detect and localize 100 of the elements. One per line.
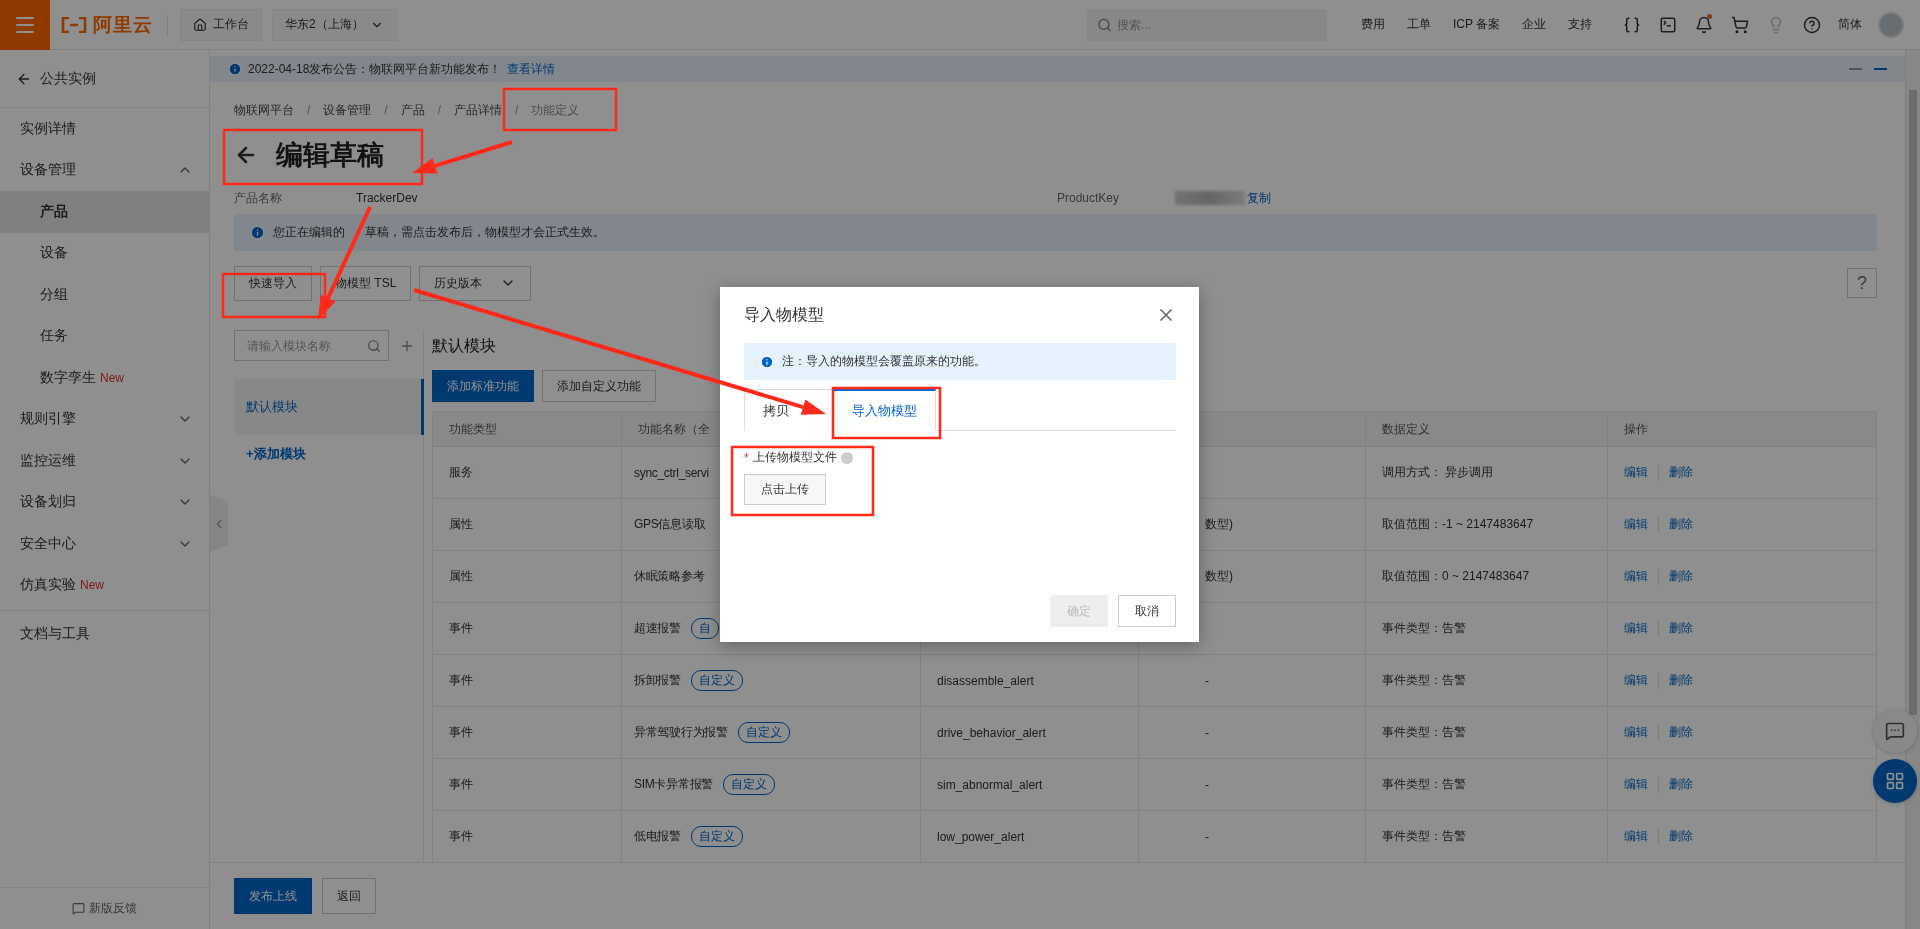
table-cell: 取值范围：0 ~ 2147483647 bbox=[1366, 550, 1608, 602]
action-link[interactable]: 删除 bbox=[1669, 464, 1693, 481]
nav-item[interactable]: 数字孪生 New bbox=[0, 357, 209, 399]
action-link[interactable]: 编辑 bbox=[1624, 776, 1648, 793]
toolbar-button[interactable]: 快速导入 bbox=[234, 265, 312, 301]
breadcrumb-separator: / bbox=[515, 103, 519, 117]
action-link[interactable]: 删除 bbox=[1669, 568, 1693, 585]
breadcrumb-link[interactable]: 物联网平台 bbox=[234, 101, 294, 119]
field-value: TrackerDev bbox=[356, 191, 419, 205]
add-module-link[interactable]: +添加模块 bbox=[246, 445, 423, 463]
add-feature-button[interactable]: 添加标准功能 bbox=[432, 370, 534, 402]
history-dropdown[interactable]: 历史版本 bbox=[419, 265, 532, 301]
breadcrumb-link[interactable]: 设备管理 bbox=[323, 101, 372, 119]
collapse-handle[interactable] bbox=[210, 495, 228, 552]
apps-icon bbox=[1885, 771, 1905, 791]
apps-button[interactable] bbox=[1873, 759, 1917, 803]
table-cell: 调用方式： 异步调用 bbox=[1366, 446, 1608, 498]
search-icon bbox=[1096, 17, 1112, 32]
help-button[interactable]: ? bbox=[1847, 268, 1877, 298]
action-link[interactable]: 编辑 bbox=[1624, 516, 1648, 533]
action-link[interactable]: 删除 bbox=[1669, 828, 1693, 845]
menu-button[interactable] bbox=[0, 0, 50, 50]
logo-text: 阿里云 bbox=[93, 12, 153, 37]
footer-button[interactable]: 返回 bbox=[322, 878, 376, 914]
nav-item[interactable]: 设备划归 bbox=[0, 481, 209, 523]
dialog-tab[interactable]: 导入物模型 bbox=[833, 389, 936, 431]
region-select[interactable]: 华东2（上海） bbox=[272, 8, 397, 41]
page-title: 编辑草稿 bbox=[276, 139, 384, 172]
action-link[interactable]: 编辑 bbox=[1624, 568, 1648, 585]
add-feature-button[interactable]: 添加自定义功能 bbox=[542, 370, 656, 402]
table-cell: disassemble_alert bbox=[921, 654, 1139, 706]
language-link[interactable]: 简体 bbox=[1838, 16, 1862, 33]
nav-item[interactable]: 仿真实验 New bbox=[0, 564, 209, 606]
function-name: sync_ctrl_servi bbox=[634, 465, 709, 480]
table-cell: 属性 bbox=[433, 550, 622, 602]
custom-tag: 自 bbox=[690, 618, 719, 639]
top-link[interactable]: ICP 备案 bbox=[1452, 16, 1500, 33]
nav-item[interactable]: 实例详情 bbox=[0, 108, 209, 150]
table-cell: low_power_alert bbox=[921, 810, 1139, 862]
scrollbar[interactable] bbox=[1905, 50, 1920, 929]
action-link[interactable]: 编辑 bbox=[1624, 724, 1648, 741]
back-link[interactable]: 公共实例 bbox=[0, 50, 209, 108]
nav-item[interactable]: 产品 bbox=[0, 191, 209, 233]
field-label: 上传物模型文件 bbox=[752, 449, 837, 466]
dialog-button[interactable]: 取消 bbox=[1118, 595, 1176, 627]
nav-item[interactable]: 分组 bbox=[0, 274, 209, 316]
announcement-text: 2022-04-18发布公告：物联网平台新功能发布！ bbox=[248, 60, 502, 78]
action-link[interactable]: 删除 bbox=[1669, 516, 1693, 533]
table-cell: - bbox=[1139, 810, 1366, 862]
nav-item[interactable]: 设备管理 bbox=[0, 149, 209, 191]
function-name: 低电报警 bbox=[634, 828, 681, 845]
top-link[interactable]: 工单 bbox=[1406, 16, 1431, 33]
function-name: SIM卡异常报警 bbox=[634, 776, 713, 793]
top-link[interactable]: 费用 bbox=[1360, 16, 1385, 33]
panel-title: 默认模块 bbox=[432, 336, 497, 356]
top-link[interactable]: 企业 bbox=[1522, 16, 1546, 33]
footer-button[interactable]: 发布上线 bbox=[234, 878, 312, 914]
action-link[interactable]: 编辑 bbox=[1624, 464, 1648, 481]
custom-tag: 自定义 bbox=[690, 826, 743, 847]
new-label: New bbox=[100, 370, 124, 385]
chat-button[interactable] bbox=[1873, 709, 1917, 753]
action-link[interactable]: 删除 bbox=[1669, 776, 1693, 793]
nav-item[interactable]: 安全中心 bbox=[0, 523, 209, 565]
action-link[interactable]: 删除 bbox=[1669, 724, 1693, 741]
breadcrumb-link[interactable]: 产品详情 bbox=[454, 101, 503, 119]
column-header: 操作 bbox=[1608, 411, 1876, 446]
search-icon bbox=[367, 338, 381, 353]
feedback-link[interactable]: 新版反馈 bbox=[0, 887, 209, 929]
function-name: 拆卸报警 bbox=[634, 672, 681, 689]
details-link[interactable]: 查看详情 bbox=[507, 60, 556, 78]
breadcrumb-separator: / bbox=[384, 103, 388, 117]
upload-button[interactable]: 点击上传 bbox=[744, 474, 826, 505]
nav-item[interactable]: 文档与工具 bbox=[0, 613, 209, 655]
field-label: 产品名称 bbox=[234, 189, 283, 207]
action-link[interactable]: 编辑 bbox=[1624, 672, 1648, 689]
nav-item[interactable]: 规则引擎 bbox=[0, 398, 209, 440]
chat-icon bbox=[1885, 721, 1905, 741]
blurred-value bbox=[1175, 191, 1245, 205]
column-header: 数据定义 bbox=[1366, 411, 1608, 446]
action-link[interactable]: 编辑 bbox=[1624, 828, 1648, 845]
workbench-button[interactable]: 工作台 bbox=[180, 8, 262, 41]
module-item[interactable]: 默认模块 bbox=[234, 379, 424, 435]
info-text: 您正在编辑的 bbox=[273, 224, 345, 241]
top-link[interactable]: 支持 bbox=[1568, 16, 1592, 33]
home-icon bbox=[193, 17, 207, 32]
copy-link[interactable]: 复制 bbox=[1247, 189, 1877, 207]
custom-tag: 自定义 bbox=[737, 722, 790, 743]
nav-item[interactable]: 监控运维 bbox=[0, 440, 209, 482]
function-name: 超速报警 bbox=[634, 620, 681, 637]
table-cell: 事件 bbox=[433, 758, 622, 810]
action-link[interactable]: 删除 bbox=[1669, 672, 1693, 689]
custom-tag: 自定义 bbox=[690, 670, 743, 691]
table-cell: 事件 bbox=[433, 602, 622, 654]
breadcrumb-link[interactable]: 功能定义 bbox=[531, 101, 580, 119]
action-link[interactable]: 编辑 bbox=[1624, 620, 1648, 637]
action-link[interactable]: 删除 bbox=[1669, 620, 1693, 637]
custom-tag: 自定义 bbox=[722, 774, 775, 795]
breadcrumb-link[interactable]: 产品 bbox=[400, 101, 425, 119]
notice-text: 注：导入的物模型会覆盖原来的功能。 bbox=[782, 353, 986, 370]
nav-item[interactable]: 任务 bbox=[0, 315, 209, 357]
